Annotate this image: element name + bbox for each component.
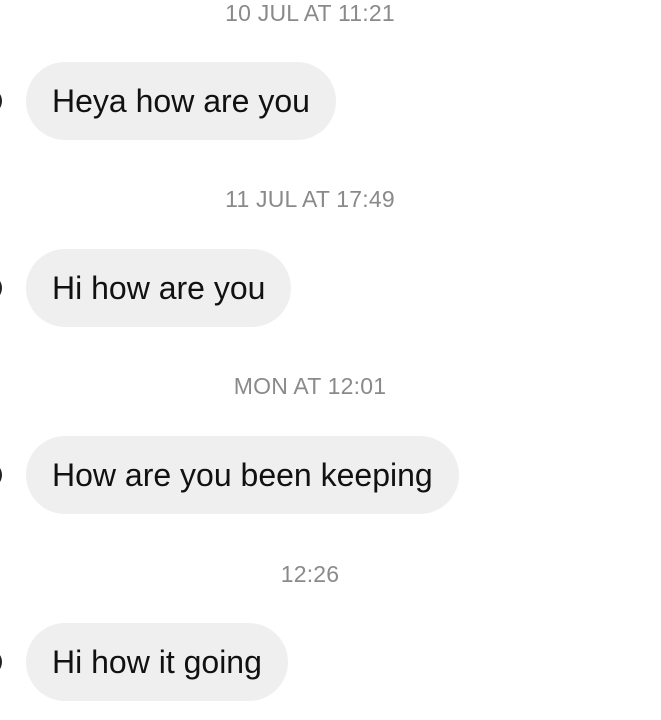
message-timestamp: 12:26	[280, 561, 340, 587]
message-bubble[interactable]: How are you been keeping	[26, 436, 459, 514]
sender-avatar[interactable]	[0, 649, 2, 675]
message-row: Hi how it going	[0, 623, 661, 701]
message-bubble[interactable]: Heya how are you	[26, 62, 336, 140]
sender-avatar[interactable]	[0, 462, 2, 488]
chat-thread: 10 JUL AT 11:21 Heya how are you 11 JUL …	[0, 0, 661, 720]
message-row: Hi how are you	[0, 249, 661, 327]
message-bubble[interactable]: Hi how are you	[26, 249, 292, 327]
message-timestamp: 10 JUL AT 11:21	[225, 0, 395, 26]
sender-avatar[interactable]	[0, 88, 2, 114]
message-row: How are you been keeping	[0, 436, 661, 514]
message-timestamp: 11 JUL AT 17:49	[225, 186, 395, 212]
sender-avatar[interactable]	[0, 275, 2, 301]
message-timestamp: MON AT 12:01	[233, 373, 387, 399]
message-row: Heya how are you	[0, 62, 661, 140]
message-bubble[interactable]: Hi how it going	[26, 623, 288, 701]
